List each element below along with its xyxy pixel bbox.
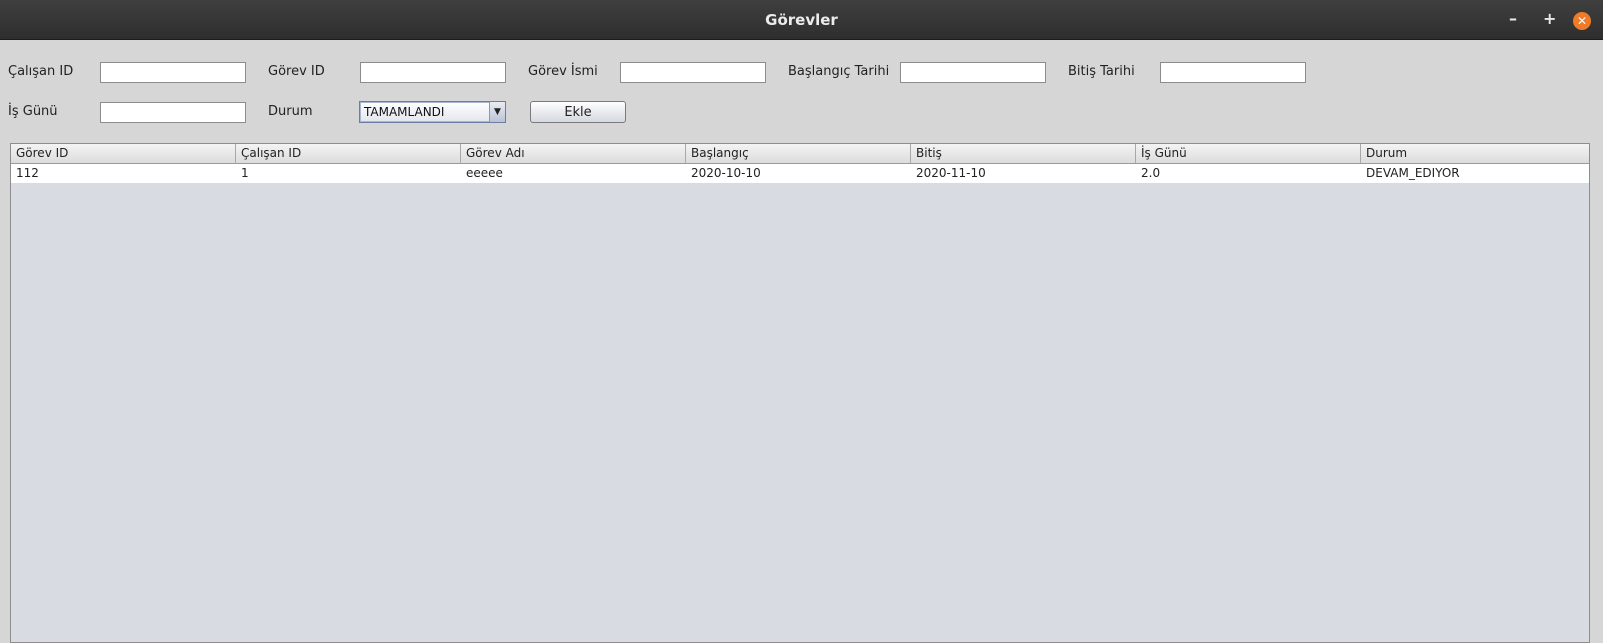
column-header[interactable]: Başlangıç xyxy=(686,144,911,163)
window-title: Görevler xyxy=(765,11,838,29)
chevron-down-icon[interactable]: ▼ xyxy=(489,102,505,122)
durum-label: Durum xyxy=(268,104,313,119)
calisan-id-field[interactable] xyxy=(100,62,246,83)
minimize-icon[interactable]: – xyxy=(1509,10,1517,28)
durum-selected-value: TAMAMLANDI xyxy=(364,105,445,119)
durum-select[interactable]: TAMAMLANDI ▼ xyxy=(359,101,506,123)
close-icon[interactable]: ✕ xyxy=(1573,12,1591,30)
title-bar: Görevler – + ✕ xyxy=(0,0,1603,40)
gorev-id-field[interactable] xyxy=(360,62,506,83)
is-gunu-field[interactable] xyxy=(100,102,246,123)
table-header: Görev ID Çalışan ID Görev Adı Başlangıç … xyxy=(11,144,1589,164)
column-header[interactable]: Görev ID xyxy=(11,144,236,163)
is-gunu-label: İş Günü xyxy=(8,104,58,119)
table-cell[interactable]: eeeee xyxy=(461,164,686,183)
table-cell[interactable]: 112 xyxy=(11,164,236,183)
table-cell[interactable]: DEVAM_EDIYOR xyxy=(1361,164,1589,183)
table-cell[interactable]: 1 xyxy=(236,164,461,183)
calisan-id-label: Çalışan ID xyxy=(8,64,74,79)
table-cell[interactable]: 2020-11-10 xyxy=(911,164,1136,183)
gorevler-table[interactable]: Görev ID Çalışan ID Görev Adı Başlangıç … xyxy=(10,143,1590,643)
baslangic-tarihi-field[interactable] xyxy=(900,62,1046,83)
gorev-ismi-field[interactable] xyxy=(620,62,766,83)
column-header[interactable]: Bitiş xyxy=(911,144,1136,163)
gorev-id-label: Görev ID xyxy=(268,64,325,79)
maximize-icon[interactable]: + xyxy=(1543,10,1556,28)
table-row[interactable]: 112 1 eeeee 2020-10-10 2020-11-10 2.0 DE… xyxy=(11,164,1589,183)
bitis-tarihi-field[interactable] xyxy=(1160,62,1306,83)
column-header[interactable]: Durum xyxy=(1361,144,1589,163)
bitis-tarihi-label: Bitiş Tarihi xyxy=(1068,64,1135,79)
column-header[interactable]: İş Günü xyxy=(1136,144,1361,163)
gorev-ismi-label: Görev İsmi xyxy=(528,64,598,79)
table-cell[interactable]: 2.0 xyxy=(1136,164,1361,183)
table-cell[interactable]: 2020-10-10 xyxy=(686,164,911,183)
column-header[interactable]: Çalışan ID xyxy=(236,144,461,163)
baslangic-tarihi-label: Başlangıç Tarihi xyxy=(788,64,890,79)
column-header[interactable]: Görev Adı xyxy=(461,144,686,163)
ekle-button[interactable]: Ekle xyxy=(530,101,626,123)
